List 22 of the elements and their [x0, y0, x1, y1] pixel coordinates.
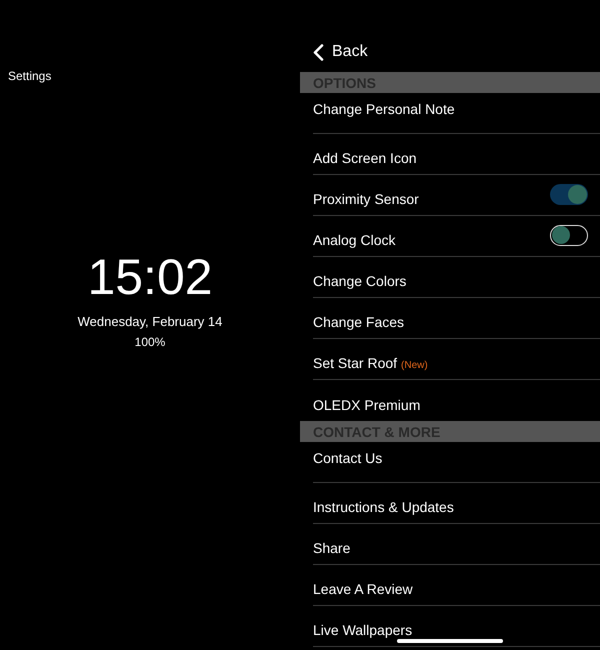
menu-item[interactable]: Change Colors: [313, 272, 406, 290]
menu-item[interactable]: Add Screen Icon: [313, 149, 417, 167]
toggle-switch[interactable]: [550, 184, 588, 205]
menu-item[interactable]: OLEDX Premium: [313, 396, 420, 414]
menu-item[interactable]: Instructions & Updates: [313, 498, 454, 516]
setting-label: Proximity Sensor: [313, 190, 419, 208]
battery-level: 100%: [134, 335, 166, 349]
menu-item[interactable]: Set Star Roof: [313, 354, 398, 372]
clock-time: 15:02: [87, 248, 213, 306]
menu-item[interactable]: Share: [313, 539, 350, 557]
settings-link[interactable]: Settings: [8, 69, 52, 83]
menu-item[interactable]: Live Wallpapers: [313, 621, 412, 639]
menu-item[interactable]: Change Faces: [313, 313, 404, 331]
chevron-left-icon: [313, 44, 324, 60]
menu-item[interactable]: Contact Us: [313, 449, 382, 467]
toggle-switch[interactable]: [550, 225, 588, 246]
back-button[interactable]: Back: [313, 43, 368, 61]
menu-item[interactable]: Leave A Review: [313, 580, 413, 598]
clock-date: Wednesday, February 14: [78, 314, 222, 329]
menu-item[interactable]: Change Personal Note: [313, 100, 455, 118]
new-tag: (New): [401, 360, 428, 371]
setting-label: Analog Clock: [313, 231, 396, 249]
